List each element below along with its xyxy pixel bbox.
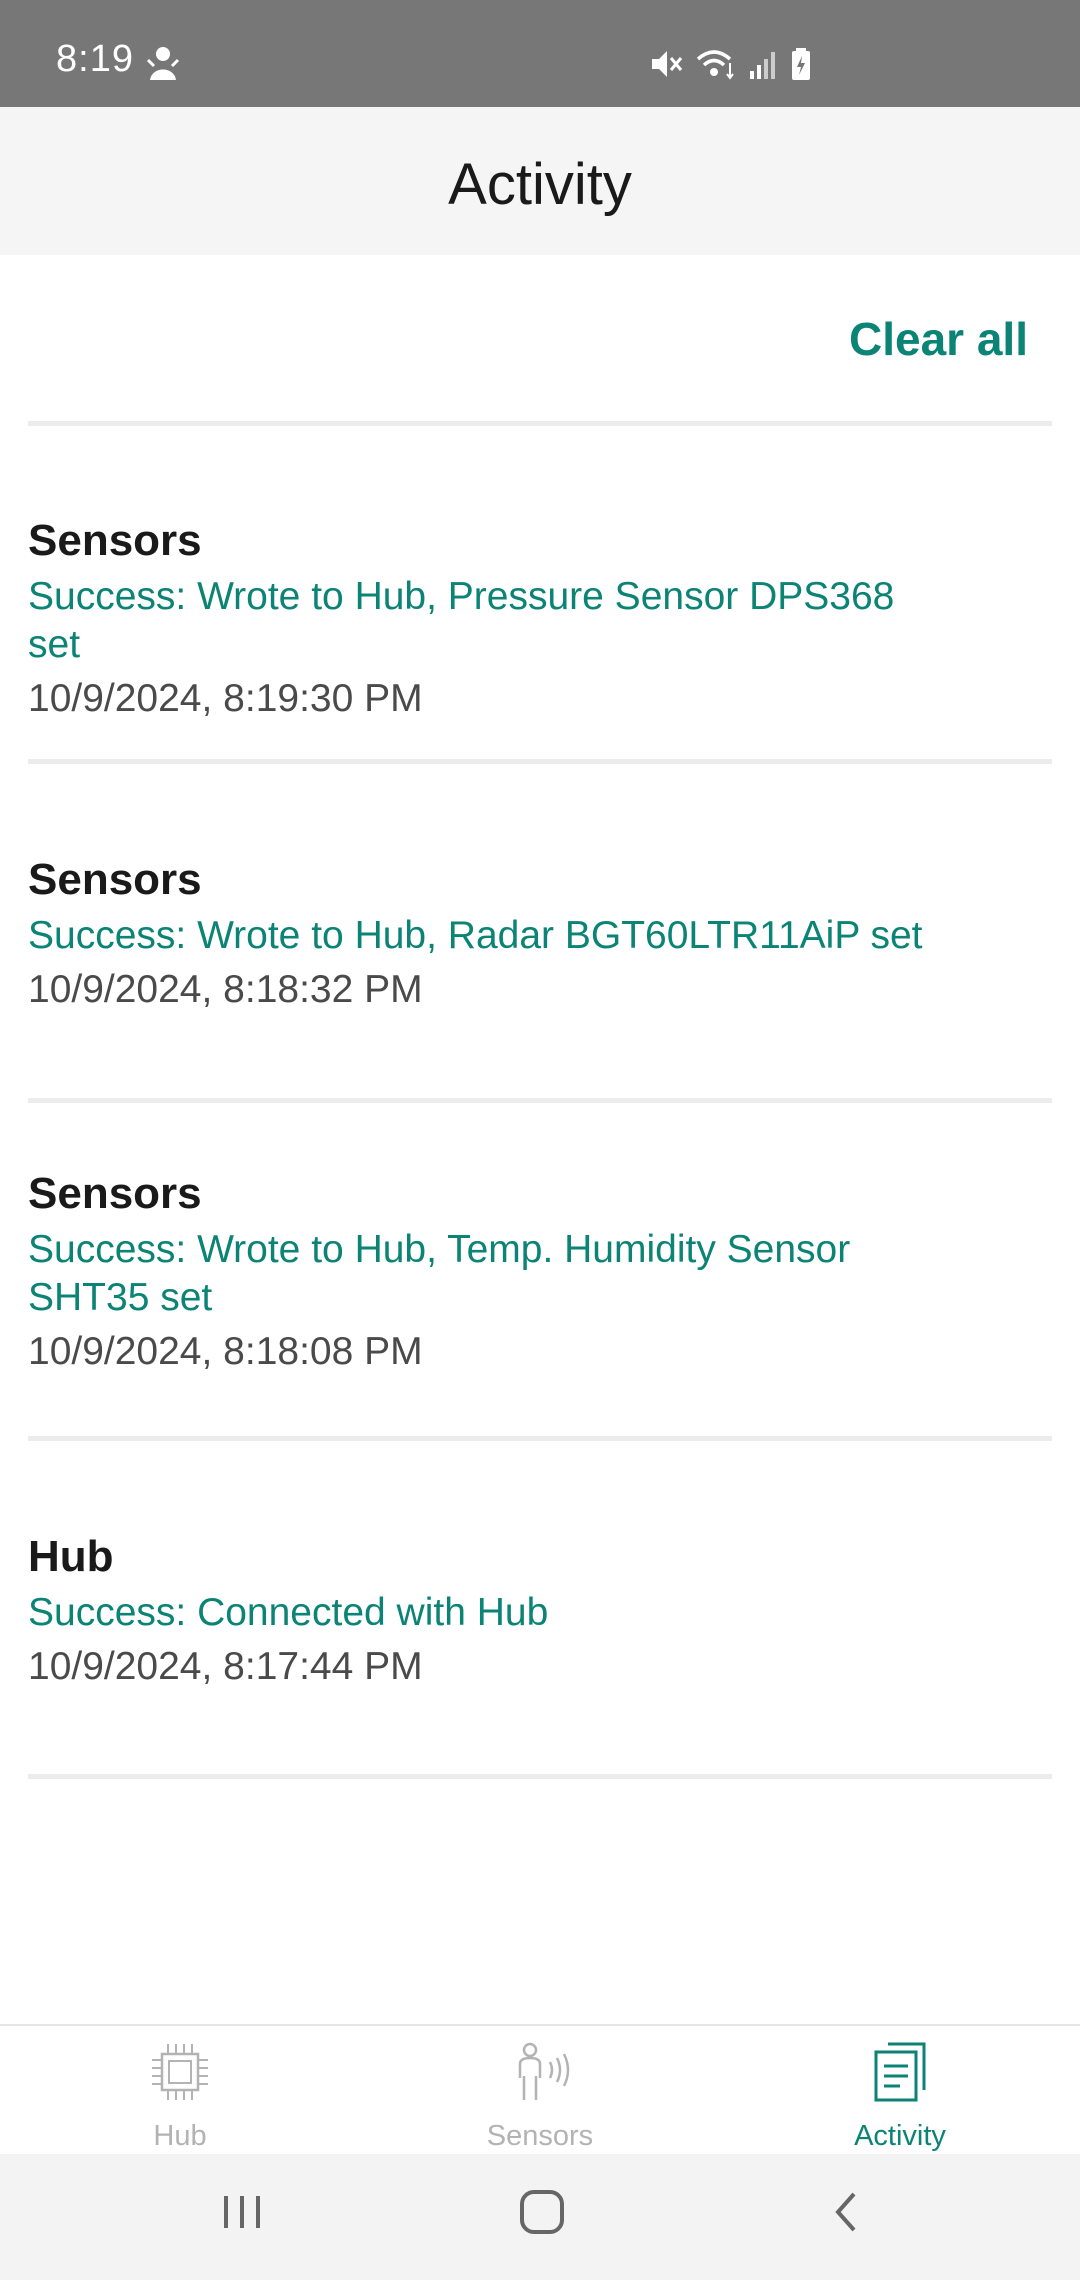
activity-entry: Sensors Success: Wrote to Hub, Radar BGT… <box>28 852 1028 1014</box>
entry-timestamp: 10/9/2024, 8:18:08 PM <box>28 1330 423 1373</box>
divider <box>28 759 1052 764</box>
divider <box>28 421 1052 426</box>
page-title: Activity <box>448 152 632 217</box>
status-bar: 8:19 <box>0 0 1080 107</box>
notification-app-icon <box>146 44 180 84</box>
nav-tab-activity[interactable]: Activity <box>720 2026 1080 2156</box>
status-time: 8:19 <box>56 38 134 80</box>
chip-icon <box>148 2040 212 2109</box>
back-icon[interactable] <box>826 2188 866 2241</box>
divider <box>28 1436 1052 1441</box>
entry-timestamp: 10/9/2024, 8:19:30 PM <box>28 677 423 720</box>
clear-all-button[interactable]: Clear all <box>849 312 1028 366</box>
mute-icon <box>648 47 684 81</box>
activity-entry: Sensors Success: Wrote to Hub, Temp. Hum… <box>28 1166 1028 1376</box>
system-nav-bar <box>0 2154 1080 2280</box>
battery-icon <box>790 47 812 81</box>
person-waves-icon <box>508 2040 572 2109</box>
status-icons <box>648 44 812 84</box>
entry-message: Success: Wrote to Hub, Temp. Humidity Se… <box>28 1228 851 1319</box>
app-header: Activity <box>0 107 1080 255</box>
activity-screen: 8:19 Activity Clear all Sensors Success:… <box>0 0 1080 2280</box>
entry-title: Hub <box>28 1532 114 1581</box>
wifi-icon <box>696 47 736 81</box>
activity-entry: Sensors Success: Wrote to Hub, Pressure … <box>28 513 1028 723</box>
entry-title: Sensors <box>28 516 202 565</box>
entry-message: Success: Wrote to Hub, Radar BGT60LTR11A… <box>28 914 923 957</box>
nav-tab-hub[interactable]: Hub <box>0 2026 360 2156</box>
recent-apps-icon[interactable] <box>220 2188 264 2241</box>
entry-title: Sensors <box>28 1169 202 1218</box>
document-list-icon <box>868 2040 932 2109</box>
home-icon[interactable] <box>518 2188 566 2241</box>
entry-timestamp: 10/9/2024, 8:18:32 PM <box>28 968 423 1011</box>
entry-message: Success: Connected with Hub <box>28 1591 549 1634</box>
divider <box>28 1098 1052 1103</box>
nav-label: Hub <box>153 2120 207 2152</box>
entry-title: Sensors <box>28 855 202 904</box>
nav-tab-sensors[interactable]: Sensors <box>360 2026 720 2156</box>
entry-message: Success: Wrote to Hub, Pressure Sensor D… <box>28 575 895 666</box>
activity-entry: Hub Success: Connected with Hub 10/9/202… <box>28 1529 1028 1691</box>
nav-label: Activity <box>854 2120 946 2152</box>
entry-timestamp: 10/9/2024, 8:17:44 PM <box>28 1645 423 1688</box>
divider <box>28 1774 1052 1779</box>
nav-label: Sensors <box>486 2120 594 2152</box>
signal-icon <box>748 49 778 79</box>
bottom-nav: Hub Sensors Activity <box>0 2024 1080 2156</box>
